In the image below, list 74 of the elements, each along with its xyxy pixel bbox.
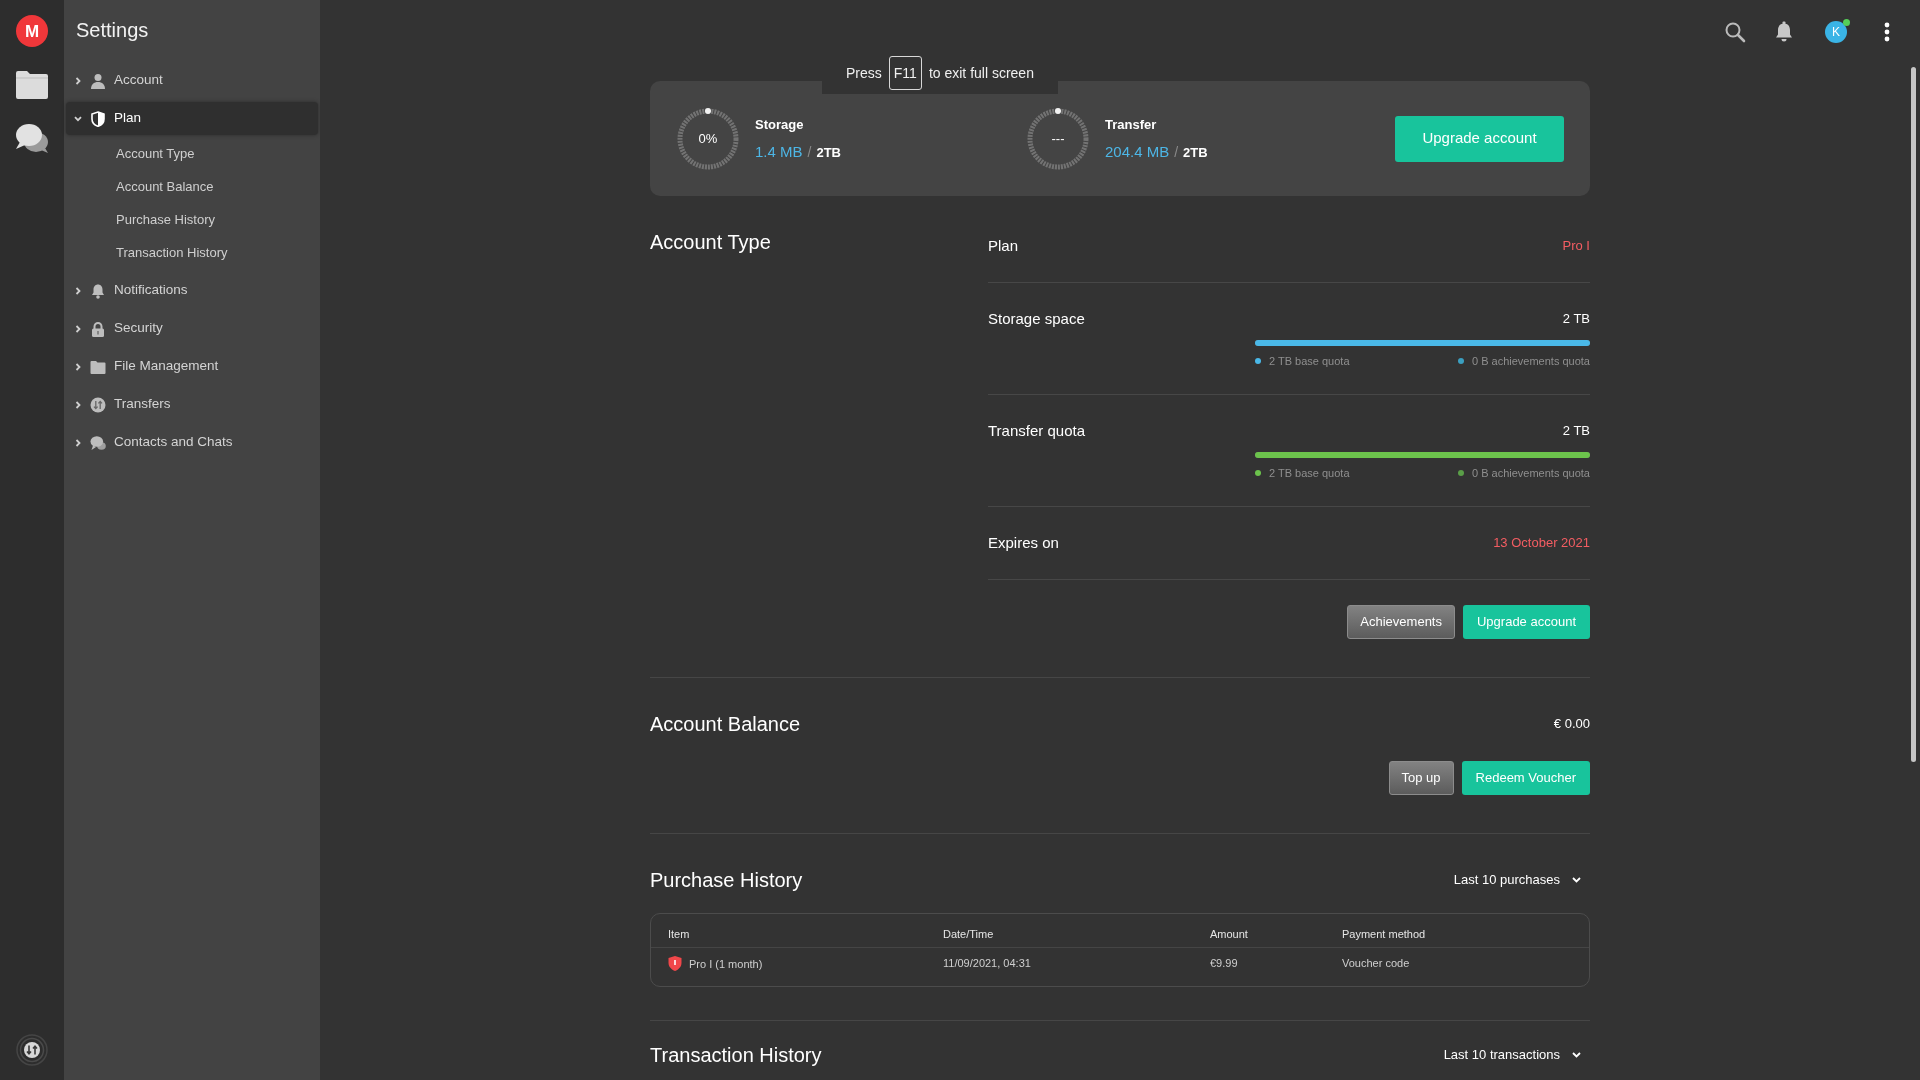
- sidebar-subitem[interactable]: Transaction History: [66, 236, 318, 269]
- ring-label: 0%: [698, 130, 718, 147]
- row-value: Pro I: [1562, 237, 1590, 256]
- notice-text: to exit full screen: [928, 63, 1034, 83]
- chevron-down-icon: [1572, 877, 1581, 883]
- row-label: Expires on: [988, 532, 1059, 553]
- meter-title: Storage: [755, 115, 805, 134]
- shield-icon: [668, 956, 682, 971]
- sidebar-item[interactable]: File Management: [66, 350, 318, 383]
- chevron-down-icon: [1572, 1052, 1581, 1058]
- search-icon[interactable]: [1724, 21, 1746, 43]
- filter-dropdown[interactable]: Last 10 purchases: [1453, 870, 1590, 890]
- usage-amount: 1.4 MB: [755, 142, 803, 161]
- lock-icon: [90, 320, 106, 337]
- legend-label: 0 B achievements quota: [1471, 354, 1590, 368]
- arrows-circle-icon[interactable]: [16, 1034, 48, 1066]
- usage-ring: [676, 106, 740, 171]
- shield-icon: [90, 110, 106, 127]
- action-button[interactable]: Top up: [1388, 761, 1454, 795]
- legend-label: 2 TB base quota: [1269, 354, 1350, 368]
- usage-ring: [1026, 106, 1090, 171]
- chat-bubbles-icon[interactable]: [15, 123, 49, 153]
- row-value: 13 October 2021: [1493, 534, 1590, 553]
- legend-label: 2 TB base quota: [1269, 466, 1350, 480]
- balance-amount: € 0.00: [1553, 715, 1590, 734]
- notice-text: Press: [846, 63, 882, 83]
- sidebar-item[interactable]: Account: [66, 64, 318, 97]
- sidebar-subitem[interactable]: Account Balance: [66, 170, 318, 203]
- folder-icon[interactable]: [16, 71, 48, 99]
- column-header: Item: [668, 927, 690, 941]
- section-title: Purchase History: [650, 868, 803, 892]
- app-logo[interactable]: M: [16, 15, 48, 47]
- table-cell: Pro I (1 month): [689, 956, 763, 971]
- row-label: Transfer quota: [988, 420, 1085, 441]
- sidebar-item[interactable]: Transfers: [66, 388, 318, 421]
- bell-icon: [90, 282, 106, 299]
- sidebar-item[interactable]: Notifications: [66, 274, 318, 307]
- section-title: Account Balance: [650, 712, 801, 736]
- row-value: 2 TB: [1562, 422, 1590, 441]
- column-header: Amount: [1210, 927, 1248, 941]
- bell-icon[interactable]: [1773, 21, 1795, 43]
- sidebar-subitem[interactable]: Account Type: [66, 137, 318, 170]
- sidebar-item[interactable]: Plan: [66, 102, 318, 135]
- sidebar-title: Settings: [75, 17, 150, 43]
- chat-bubbles-icon: [90, 434, 106, 451]
- action-button[interactable]: Achievements: [1347, 605, 1455, 639]
- table-cell: €9.99: [1210, 956, 1238, 971]
- keyboard-key: F11: [888, 56, 922, 90]
- column-header: Payment method: [1342, 927, 1426, 941]
- usage-separator: /: [1174, 142, 1179, 161]
- column-header: Date/Time: [943, 927, 994, 941]
- row-label: Storage space: [988, 308, 1085, 329]
- person-icon: [90, 72, 106, 89]
- filter-dropdown[interactable]: Last 10 transactions: [1443, 1045, 1590, 1065]
- table-cell: 11/09/2021, 04:31: [943, 956, 1031, 971]
- sidebar-item[interactable]: Security: [66, 312, 318, 345]
- scrollbar-thumb[interactable]: [1911, 67, 1916, 762]
- usage-amount: 204.4 MB: [1105, 142, 1170, 161]
- row-value: 2 TB: [1562, 310, 1590, 329]
- usage-total: 2TB: [1183, 143, 1208, 162]
- row-label: Plan: [988, 235, 1019, 256]
- arrows-circle-icon: [90, 396, 106, 413]
- ring-label: ---: [1051, 130, 1065, 147]
- folder-icon: [90, 358, 106, 375]
- usage-separator: /: [807, 142, 812, 161]
- more-icon[interactable]: [1884, 22, 1890, 42]
- sidebar-item[interactable]: Contacts and Chats: [66, 426, 318, 459]
- section-title: Transaction History: [650, 1043, 822, 1067]
- usage-total: 2TB: [816, 143, 841, 162]
- table-cell: Voucher code: [1342, 956, 1410, 971]
- meter-title: Transfer: [1105, 115, 1158, 134]
- legend-label: 0 B achievements quota: [1471, 466, 1590, 480]
- section-title: Account Type: [650, 230, 772, 255]
- sidebar-subitem[interactable]: Purchase History: [66, 203, 318, 236]
